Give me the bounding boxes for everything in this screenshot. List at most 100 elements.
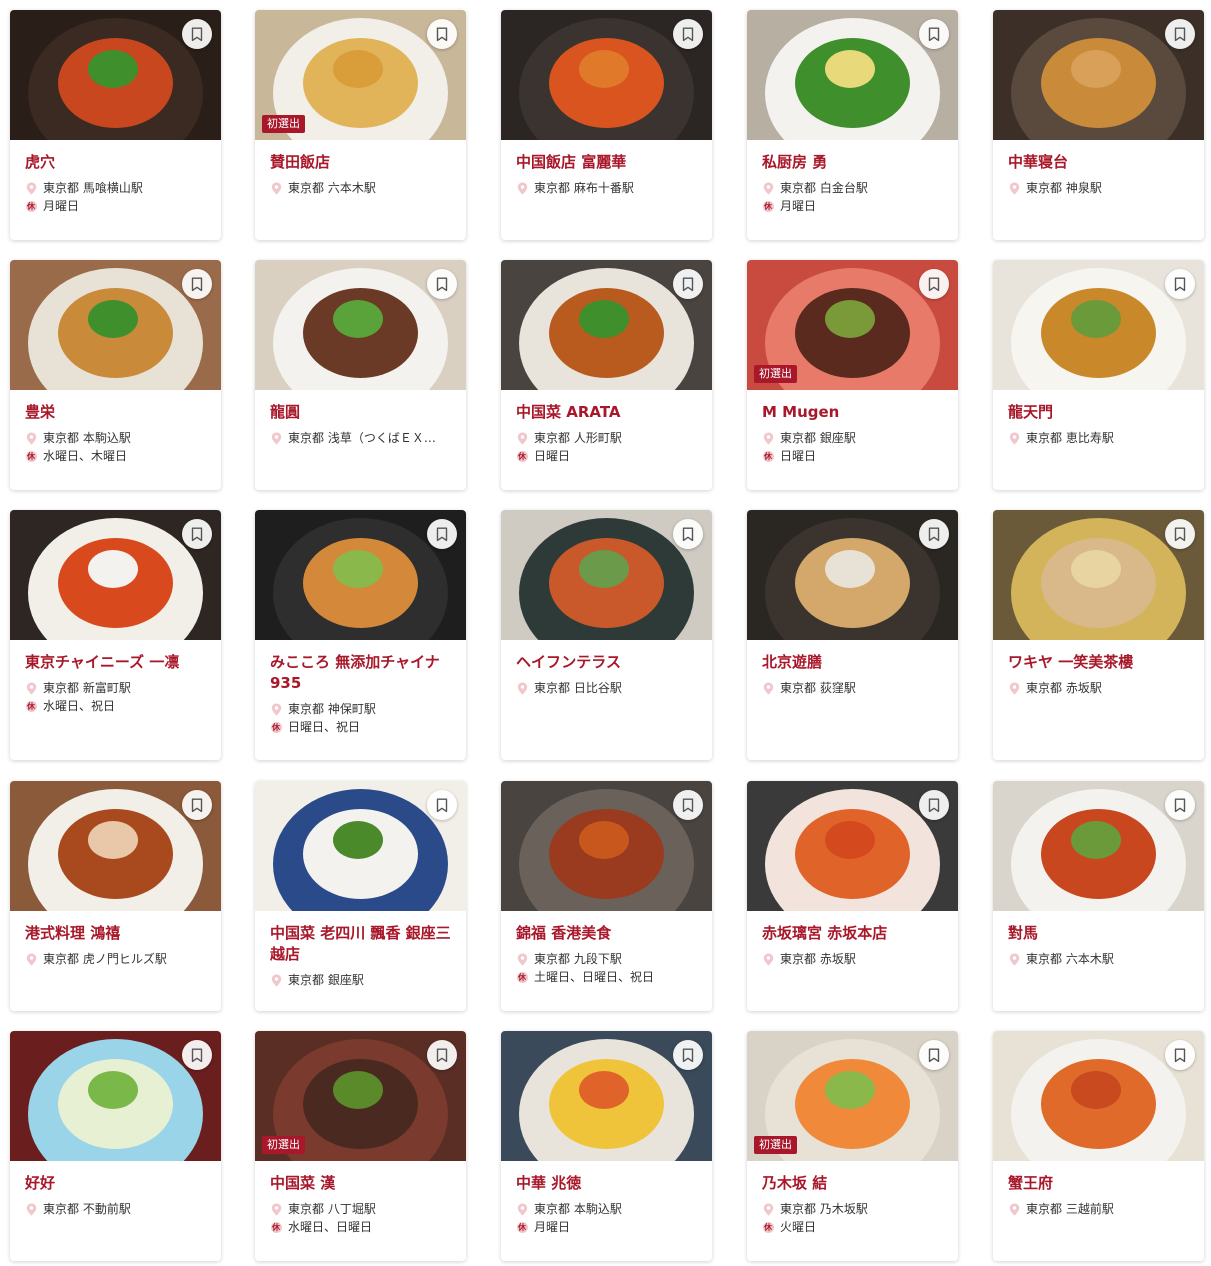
restaurant-photo[interactable] [747,781,958,911]
restaurant-photo[interactable] [501,1031,712,1161]
restaurant-name[interactable]: ヘイフンテラス [516,652,702,673]
restaurant-photo[interactable] [993,1031,1204,1161]
bookmark-icon[interactable] [919,790,949,820]
restaurant-name[interactable]: 港式料理 鴻禧 [25,923,211,944]
restaurant-card[interactable]: 龍圓 東京都 浅草（つくばＥＸ… [255,260,466,490]
restaurant-name[interactable]: 中華寝台 [1008,152,1194,173]
bookmark-icon[interactable] [919,269,949,299]
restaurant-card[interactable]: ワキヤ 一笑美茶樓 東京都 赤坂駅 [993,510,1204,760]
restaurant-name[interactable]: 虎穴 [25,152,211,173]
bookmark-icon[interactable] [182,269,212,299]
restaurant-name[interactable]: 乃木坂 結 [762,1173,948,1194]
restaurant-card[interactable]: 中華 兆徳 東京都 本駒込駅休月曜日 [501,1031,712,1261]
bookmark-icon[interactable] [673,790,703,820]
restaurant-card[interactable]: 好好 東京都 不動前駅 [10,1031,221,1261]
restaurant-name[interactable]: 錦福 香港美食 [516,923,702,944]
restaurant-name[interactable]: 東京チャイニーズ 一凛 [25,652,211,673]
restaurant-photo[interactable] [10,1031,221,1161]
restaurant-card[interactable]: 初選出 乃木坂 結東京都 乃木坂駅休火曜日 [747,1031,958,1261]
bookmark-icon[interactable] [427,19,457,49]
restaurant-name[interactable]: 中華 兆徳 [516,1173,702,1194]
restaurant-name[interactable]: 中国菜 漢 [270,1173,456,1194]
bookmark-icon[interactable] [673,519,703,549]
bookmark-icon[interactable] [182,790,212,820]
restaurant-photo[interactable] [10,10,221,140]
restaurant-card[interactable]: みこころ 無添加チャイナ 935 東京都 神保町駅休日曜日、祝日 [255,510,466,760]
restaurant-card[interactable]: ヘイフンテラス 東京都 日比谷駅 [501,510,712,760]
restaurant-photo[interactable]: 初選出 [255,10,466,140]
bookmark-icon[interactable] [1165,519,1195,549]
restaurant-name[interactable]: 中国菜 ARATA [516,402,702,423]
bookmark-icon[interactable] [427,790,457,820]
restaurant-card[interactable]: 龍天門 東京都 恵比寿駅 [993,260,1204,490]
restaurant-name[interactable]: M Mugen [762,402,948,423]
restaurant-photo[interactable] [993,260,1204,390]
restaurant-photo[interactable]: 初選出 [747,260,958,390]
restaurant-photo[interactable] [10,260,221,390]
restaurant-name[interactable]: 北京遊膳 [762,652,948,673]
bookmark-icon[interactable] [427,269,457,299]
bookmark-icon[interactable] [1165,269,1195,299]
restaurant-photo[interactable] [993,510,1204,640]
restaurant-photo[interactable] [747,510,958,640]
restaurant-photo[interactable] [255,781,466,911]
restaurant-name[interactable]: 對馬 [1008,923,1194,944]
restaurant-card[interactable]: 中国飯店 富麗華 東京都 麻布十番駅 [501,10,712,240]
bookmark-icon[interactable] [919,1040,949,1070]
restaurant-card[interactable]: 中国菜 ARATA 東京都 人形町駅休日曜日 [501,260,712,490]
restaurant-card[interactable]: 私厨房 勇東京都 白金台駅休月曜日 [747,10,958,240]
restaurant-photo[interactable] [501,10,712,140]
restaurant-name[interactable]: 中国飯店 富麗華 [516,152,702,173]
restaurant-card[interactable]: 對馬 東京都 六本木駅 [993,781,1204,1011]
restaurant-card[interactable]: 北京遊膳 東京都 荻窪駅 [747,510,958,760]
restaurant-card[interactable]: 港式料理 鴻禧 東京都 虎ノ門ヒルズ駅 [10,781,221,1011]
restaurant-photo[interactable]: 初選出 [747,1031,958,1161]
restaurant-name[interactable]: みこころ 無添加チャイナ 935 [270,652,456,694]
restaurant-card[interactable]: 豊栄 東京都 本駒込駅休水曜日、木曜日 [10,260,221,490]
bookmark-icon[interactable] [919,519,949,549]
restaurant-card[interactable]: 初選出 M Mugen 東京都 銀座駅休日曜日 [747,260,958,490]
restaurant-card[interactable]: 中華寝台 東京都 神泉駅 [993,10,1204,240]
restaurant-photo[interactable] [993,10,1204,140]
restaurant-photo[interactable] [501,510,712,640]
restaurant-card[interactable]: 虎穴 東京都 馬喰横山駅休月曜日 [10,10,221,240]
restaurant-photo[interactable] [501,260,712,390]
restaurant-photo[interactable] [501,781,712,911]
bookmark-icon[interactable] [427,519,457,549]
restaurant-photo[interactable] [747,10,958,140]
restaurant-card[interactable]: 赤坂璃宮 赤坂本店 東京都 赤坂駅 [747,781,958,1011]
restaurant-photo[interactable]: 初選出 [255,1031,466,1161]
restaurant-name[interactable]: 龍圓 [270,402,456,423]
restaurant-card[interactable]: 東京チャイニーズ 一凛 東京都 新富町駅休水曜日、祝日 [10,510,221,760]
bookmark-icon[interactable] [1165,1040,1195,1070]
restaurant-name[interactable]: 赤坂璃宮 赤坂本店 [762,923,948,944]
restaurant-name[interactable]: 豊栄 [25,402,211,423]
bookmark-icon[interactable] [919,19,949,49]
restaurant-card[interactable]: 中国菜 老四川 飄香 銀座三越店 東京都 銀座駅 [255,781,466,1011]
restaurant-name[interactable]: 中国菜 老四川 飄香 銀座三越店 [270,923,456,965]
bookmark-icon[interactable] [673,269,703,299]
restaurant-photo[interactable] [255,260,466,390]
restaurant-photo[interactable] [993,781,1204,911]
restaurant-card[interactable]: 錦福 香港美食 東京都 九段下駅休土曜日、日曜日、祝日 [501,781,712,1011]
bookmark-icon[interactable] [673,19,703,49]
restaurant-photo[interactable] [10,510,221,640]
bookmark-icon[interactable] [673,1040,703,1070]
restaurant-card[interactable]: 初選出 賛田飯店 東京都 六本木駅 [255,10,466,240]
bookmark-icon[interactable] [182,19,212,49]
restaurant-photo[interactable] [255,510,466,640]
restaurant-card[interactable]: 初選出 中国菜 漢東京都 八丁堀駅休水曜日、日曜日 [255,1031,466,1261]
restaurant-card[interactable]: 蟹王府 東京都 三越前駅 [993,1031,1204,1261]
restaurant-name[interactable]: 好好 [25,1173,211,1194]
bookmark-icon[interactable] [182,519,212,549]
restaurant-name[interactable]: 賛田飯店 [270,152,456,173]
restaurant-name[interactable]: 私厨房 勇 [762,152,948,173]
restaurant-photo[interactable] [10,781,221,911]
bookmark-icon[interactable] [1165,19,1195,49]
bookmark-icon[interactable] [427,1040,457,1070]
restaurant-name[interactable]: 龍天門 [1008,402,1194,423]
bookmark-icon[interactable] [182,1040,212,1070]
restaurant-name[interactable]: 蟹王府 [1008,1173,1194,1194]
bookmark-icon[interactable] [1165,790,1195,820]
restaurant-name[interactable]: ワキヤ 一笑美茶樓 [1008,652,1194,673]
